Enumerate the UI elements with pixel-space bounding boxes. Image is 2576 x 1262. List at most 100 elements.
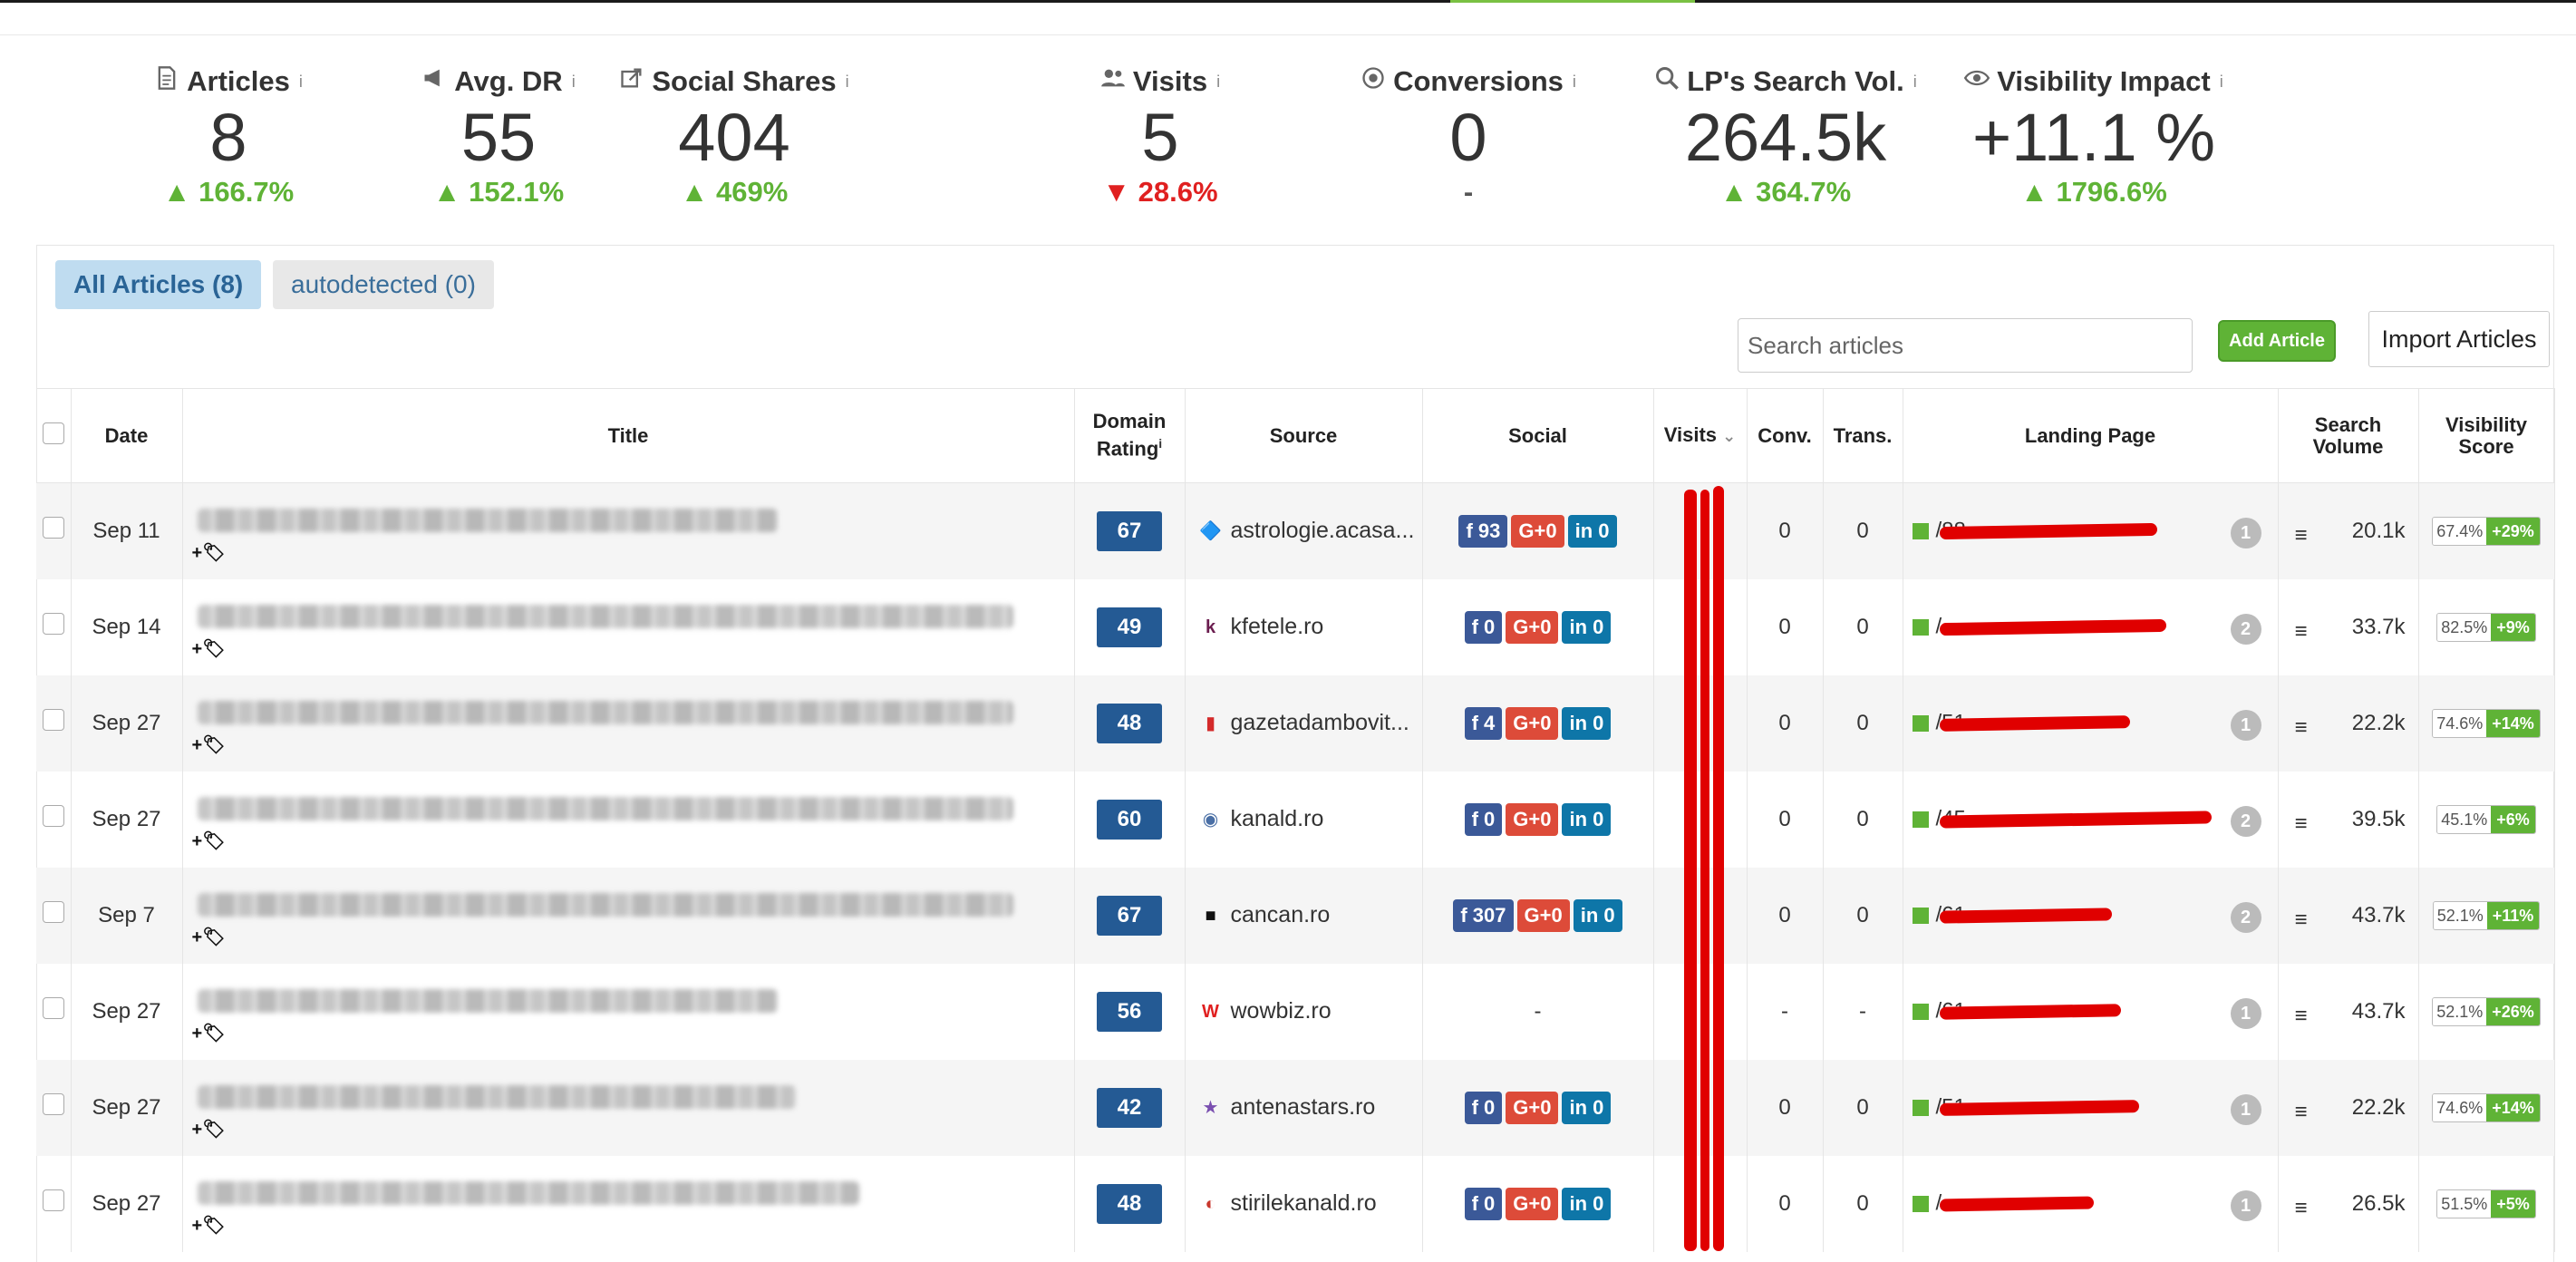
row-checkbox[interactable] (42, 1189, 64, 1211)
menu-icon[interactable]: ≡ (2295, 811, 2308, 837)
add-tag-icon[interactable]: +🏷 (192, 1214, 226, 1237)
row-title-cell[interactable]: +🏷 (182, 1155, 1075, 1252)
col-title[interactable]: Title (182, 388, 1075, 483)
facebook-shares-badge[interactable]: f 307 (1453, 898, 1514, 932)
row-landing-page-cell[interactable]: /2 (1903, 578, 2279, 675)
add-tag-icon[interactable]: +🏷 (192, 1118, 226, 1141)
linkedin-shares-badge[interactable]: in 0 (1562, 1187, 1612, 1220)
blurred-title[interactable] (197, 509, 778, 532)
row-landing-page-cell[interactable]: /612 (1903, 867, 2279, 964)
tab-autodetected[interactable]: autodetected (0) (273, 260, 494, 309)
facebook-shares-badge[interactable]: f 0 (1464, 610, 1503, 644)
menu-icon[interactable]: ≡ (2295, 523, 2308, 548)
row-checkbox[interactable] (42, 613, 64, 635)
row-checkbox[interactable] (42, 517, 64, 539)
landing-page-count-badge[interactable]: 1 (2230, 997, 2261, 1029)
landing-page-count-badge[interactable]: 1 (2230, 518, 2261, 548)
blurred-title[interactable] (197, 1180, 859, 1205)
menu-icon[interactable]: ≡ (2295, 1004, 2308, 1029)
facebook-shares-badge[interactable]: f 0 (1464, 1187, 1503, 1220)
row-title-cell[interactable]: +🏷 (182, 771, 1075, 868)
row-checkbox[interactable] (42, 901, 64, 923)
landing-page-count-badge[interactable]: 1 (2230, 1093, 2261, 1125)
col-trans[interactable]: Trans. (1823, 388, 1903, 483)
col-domain-rating[interactable]: Domain Ratingi (1074, 388, 1186, 483)
search-articles-input[interactable] (1738, 318, 2193, 373)
facebook-shares-badge[interactable]: f 4 (1464, 706, 1503, 740)
blurred-title[interactable] (197, 604, 1013, 628)
row-checkbox[interactable] (42, 1093, 64, 1115)
row-landing-page-cell[interactable]: /1 (1903, 1155, 2279, 1252)
add-tag-icon[interactable]: +🏷 (192, 926, 226, 948)
row-title-cell[interactable]: +🏷 (182, 578, 1075, 675)
source-domain-link[interactable]: stirilekanald.ro (1231, 1190, 1377, 1216)
table-row[interactable]: Sep 11 +🏷 67 🔷 astrologie.acasa... f 93 G+0 in … (36, 482, 2555, 579)
col-visibility-score[interactable]: Visibility Score (2418, 388, 2555, 483)
blurred-title[interactable] (197, 1084, 796, 1109)
source-domain-link[interactable]: cancan.ro (1231, 902, 1331, 927)
row-title-cell[interactable]: +🏷 (182, 867, 1075, 964)
landing-page-count-badge[interactable]: 2 (2230, 901, 2261, 933)
blurred-title[interactable] (197, 796, 1013, 820)
linkedin-shares-badge[interactable]: in 0 (1562, 610, 1612, 644)
tab-all-articles[interactable]: All Articles (8) (55, 260, 262, 309)
menu-icon[interactable]: ≡ (2295, 715, 2308, 741)
source-domain-link[interactable]: antenastars.ro (1231, 1094, 1376, 1120)
col-conv[interactable]: Conv. (1747, 388, 1824, 483)
googleplus-shares-badge[interactable]: G+0 (1506, 610, 1559, 644)
col-date[interactable]: Date (71, 388, 183, 483)
row-source-cell[interactable]: ■ cancan.ro (1185, 867, 1423, 964)
add-tag-icon[interactable]: +🏷 (192, 733, 226, 756)
row-landing-page-cell[interactable]: /611 (1903, 963, 2279, 1060)
menu-icon[interactable]: ≡ (2295, 1100, 2308, 1125)
row-landing-page-cell[interactable]: /511 (1903, 1059, 2279, 1156)
landing-page-count-badge[interactable]: 2 (2230, 805, 2261, 837)
source-domain-link[interactable]: kfetele.ro (1231, 614, 1324, 639)
landing-page-count-badge[interactable]: 1 (2230, 1189, 2261, 1221)
linkedin-shares-badge[interactable]: in 0 (1567, 514, 1617, 548)
googleplus-shares-badge[interactable]: G+0 (1506, 802, 1559, 836)
table-row[interactable]: Sep 27 +🏷 60 ◉ kanald.ro f 0G+0in 0 00/452 ≡ 39.… (36, 771, 2555, 868)
googleplus-shares-badge[interactable]: G+0 (1506, 1091, 1559, 1124)
row-title-cell[interactable]: +🏷 (182, 963, 1075, 1060)
chevron-down-icon[interactable]: ⌄ (1722, 427, 1736, 445)
table-row[interactable]: Sep 27 +🏷 48 ▮ gazetadambovit... f 4 G+0 in 0 00… (36, 675, 2555, 772)
row-checkbox[interactable] (42, 805, 64, 827)
table-row[interactable]: Sep 27 +🏷 48 ◐ stirilekanald.ro f 0 G+0 in 0 0 0/… (36, 1155, 2555, 1252)
row-source-cell[interactable]: ▮ gazetadambovit... (1185, 675, 1423, 772)
menu-icon[interactable]: ≡ (2295, 1196, 2308, 1221)
table-row[interactable]: Sep 27 +🏷 42 ★ antenastars.ro f 0G+0in 0 00/51… (36, 1059, 2555, 1156)
menu-icon[interactable]: ≡ (2295, 619, 2308, 645)
info-icon[interactable]: i (1913, 73, 1917, 92)
row-title-cell[interactable]: +🏷 (182, 675, 1075, 772)
row-source-cell[interactable]: 🔷 astrologie.acasa... (1185, 482, 1423, 579)
facebook-shares-badge[interactable]: f 0 (1464, 802, 1503, 836)
linkedin-shares-badge[interactable]: in 0 (1573, 898, 1622, 932)
add-tag-icon[interactable]: +🏷 (192, 830, 226, 852)
menu-icon[interactable]: ≡ (2295, 908, 2308, 933)
import-articles-button[interactable]: Import Articles (2368, 311, 2550, 367)
info-icon[interactable]: i (572, 73, 576, 92)
source-domain-link[interactable]: gazetadambovit... (1231, 710, 1409, 735)
add-tag-icon[interactable]: +🏷 (192, 541, 226, 564)
add-tag-icon[interactable]: +🏷 (192, 1022, 226, 1044)
col-search-volume[interactable]: Search Volume (2278, 388, 2419, 483)
row-source-cell[interactable]: ◉ kanald.ro (1185, 771, 1423, 868)
col-visits[interactable]: Visits ⌄ (1653, 388, 1748, 483)
facebook-shares-badge[interactable]: f 0 (1464, 1091, 1503, 1124)
googleplus-shares-badge[interactable]: G+0 (1506, 1187, 1559, 1220)
landing-page-count-badge[interactable]: 2 (2230, 613, 2261, 645)
add-article-button[interactable]: Add Article (2218, 320, 2336, 362)
add-tag-icon[interactable]: +🏷 (192, 637, 226, 660)
row-checkbox[interactable] (42, 709, 64, 731)
table-row[interactable]: Sep 7 +🏷 67 ■ cancan.ro f 307G+0in 0 00/612 ≡ 43… (36, 867, 2555, 964)
info-icon[interactable]: i (1573, 73, 1576, 92)
row-title-cell[interactable]: +🏷 (182, 482, 1075, 579)
googleplus-shares-badge[interactable]: G+0 (1516, 898, 1570, 932)
source-domain-link[interactable]: astrologie.acasa... (1231, 518, 1415, 543)
table-row[interactable]: Sep 14 +🏷 49 k kfetele.ro f 0 G+0 in 0 0 0/2 ≡ 33.7… (36, 578, 2555, 675)
col-social[interactable]: Social (1422, 388, 1654, 483)
col-source[interactable]: Source (1185, 388, 1423, 483)
col-landing-page[interactable]: Landing Page (1903, 388, 2279, 483)
row-source-cell[interactable]: ★ antenastars.ro (1185, 1059, 1423, 1156)
